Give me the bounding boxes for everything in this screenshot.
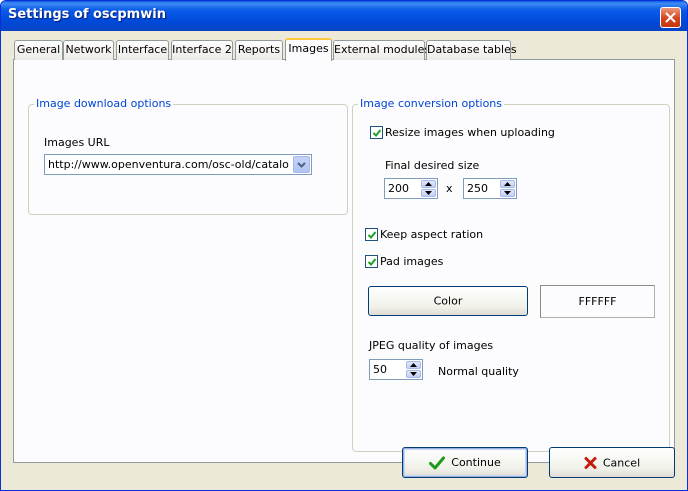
tab-database-tables[interactable]: Database tables xyxy=(426,40,517,60)
height-spinner[interactable]: 250 xyxy=(463,178,517,199)
height-spin-buttons[interactable] xyxy=(500,180,515,197)
jpeg-quality-label: JPEG quality of images xyxy=(369,339,494,352)
tab-images[interactable]: Images xyxy=(285,38,332,61)
arrow-down-icon xyxy=(410,372,417,376)
title-bar[interactable]: Settings of oscpmwin xyxy=(1,1,687,31)
height-spin-up[interactable] xyxy=(500,180,515,188)
width-spin-down[interactable] xyxy=(421,189,436,197)
continue-label: Continue xyxy=(451,456,501,469)
jpeg-quality-spinner[interactable]: 50 xyxy=(369,359,423,380)
width-spin-buttons[interactable] xyxy=(421,180,436,197)
arrow-down-icon xyxy=(504,191,511,195)
images-url-label: Images URL xyxy=(44,136,110,149)
pad-images-label[interactable]: Pad images xyxy=(380,255,443,268)
images-url-value: http://www.openventura.com/osc-old/catal… xyxy=(48,158,289,171)
tab-general[interactable]: General xyxy=(14,40,63,60)
chevron-down-icon xyxy=(297,162,306,168)
tab-reports[interactable]: Reports xyxy=(235,40,283,60)
cancel-label: Cancel xyxy=(602,456,641,469)
checkmark-icon xyxy=(372,129,382,137)
width-spin-up[interactable] xyxy=(421,180,436,188)
height-spin-down[interactable] xyxy=(500,189,515,197)
height-value: 250 xyxy=(467,182,488,195)
times-symbol: x xyxy=(446,182,453,195)
close-button[interactable] xyxy=(660,7,681,28)
jpeg-spin-down[interactable] xyxy=(406,370,421,378)
jpeg-quality-value: 50 xyxy=(373,363,387,376)
color-button[interactable]: Color xyxy=(368,286,528,316)
keep-aspect-checkbox[interactable] xyxy=(365,228,378,241)
dialog-client: Image download options Images URL http:/… xyxy=(4,31,684,489)
image-conversion-legend: Image conversion options xyxy=(358,97,504,110)
image-conversion-group: Image conversion options xyxy=(352,97,670,452)
checkmark-icon xyxy=(367,258,377,266)
continue-button[interactable]: Continue xyxy=(402,447,528,478)
width-spinner[interactable]: 200 xyxy=(384,178,438,199)
quality-description: Normal quality xyxy=(438,365,519,378)
jpeg-spin-up[interactable] xyxy=(406,361,421,369)
arrow-up-icon xyxy=(504,182,511,186)
red-x-icon xyxy=(584,456,597,469)
window-title: Settings of oscpmwin xyxy=(8,7,166,22)
green-check-icon xyxy=(429,456,446,469)
jpeg-spin-buttons[interactable] xyxy=(406,361,421,378)
images-url-dropdown-button[interactable] xyxy=(293,156,310,173)
resize-images-label[interactable]: Resize images when uploading xyxy=(385,126,555,139)
arrow-up-icon xyxy=(410,363,417,367)
tab-interface-2[interactable]: Interface 2 xyxy=(171,40,233,60)
image-download-legend: Image download options xyxy=(34,97,174,110)
images-url-combo[interactable]: http://www.openventura.com/osc-old/catal… xyxy=(44,154,312,175)
arrow-down-icon xyxy=(425,191,432,195)
pad-images-checkbox[interactable] xyxy=(365,255,378,268)
final-size-label: Final desired size xyxy=(385,159,480,172)
tab-interface[interactable]: Interface xyxy=(116,40,169,60)
tab-panel-images: Image download options Images URL http:/… xyxy=(13,59,675,463)
close-icon xyxy=(665,12,676,23)
color-value: FFFFFF xyxy=(578,295,617,308)
keep-aspect-label[interactable]: Keep aspect ration xyxy=(380,228,483,241)
checkmark-icon xyxy=(367,231,377,239)
resize-images-checkbox[interactable] xyxy=(370,126,383,139)
color-button-label: Color xyxy=(433,294,463,308)
tab-external-modules[interactable]: External modules xyxy=(333,40,430,60)
color-value-box: FFFFFF xyxy=(540,285,655,318)
tab-network[interactable]: Network xyxy=(63,40,114,60)
width-value: 200 xyxy=(388,182,409,195)
cancel-button[interactable]: Cancel xyxy=(549,447,675,478)
settings-window: Settings of oscpmwin Image download opti… xyxy=(0,0,688,491)
arrow-up-icon xyxy=(425,182,432,186)
